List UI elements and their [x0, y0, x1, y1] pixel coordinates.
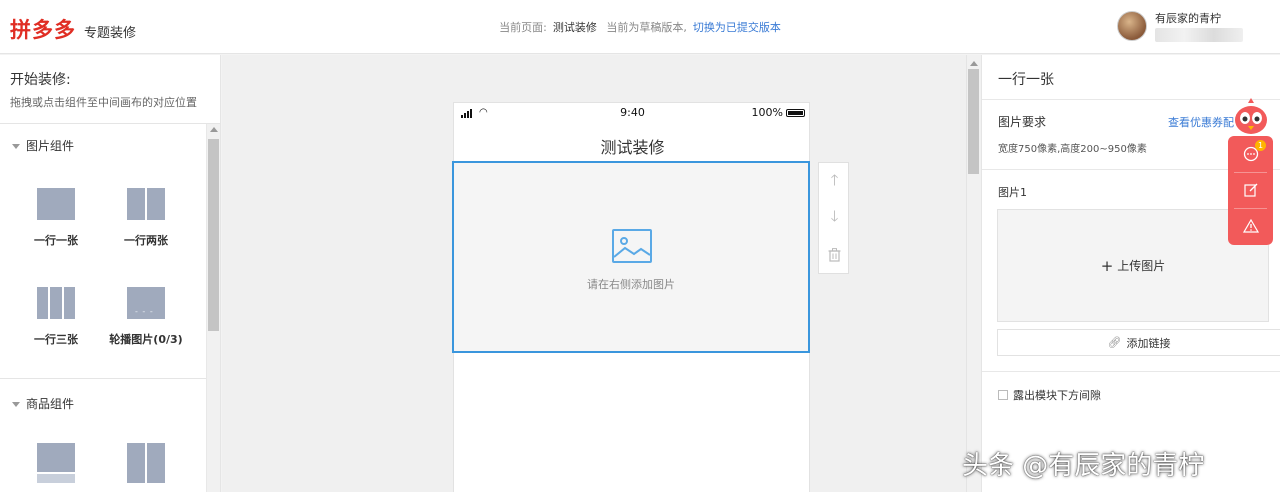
properties-title: 一行一张	[998, 72, 1054, 88]
current-page-name: 测试装修	[552, 21, 597, 34]
draft-status: 当前为草稿版本,	[606, 21, 687, 34]
two-image-icon	[127, 188, 165, 220]
upload-label: 上传图片	[1117, 259, 1166, 273]
image-requirement-label: 图片要求	[998, 115, 1047, 129]
component-label: 一行三张	[34, 333, 78, 346]
battery-percent: 100%	[751, 106, 783, 119]
group-header-image[interactable]: 图片组件	[12, 137, 74, 154]
divider	[0, 123, 220, 124]
component-label: 轮播图片(0/3)	[109, 333, 183, 346]
delete-icon[interactable]	[819, 240, 850, 270]
notification-badge: 1	[1255, 140, 1266, 151]
component-panel: 开始装修: 拖拽或点击组件至中间画布的对应位置 图片组件 一行一张 一行两张 一…	[0, 55, 221, 492]
watermark: 头条 @有辰家的青柠	[962, 451, 1205, 481]
divider	[982, 371, 1280, 372]
component-carousel[interactable]: - - - 轮播图片(0/3)	[106, 287, 186, 347]
view-coupon-link[interactable]: 查看优惠券配	[1168, 114, 1234, 130]
selected-image-block[interactable]: 请在右侧添加图片	[452, 161, 810, 353]
caret-down-icon	[12, 402, 20, 407]
add-link-label: 添加链接	[1126, 336, 1171, 350]
component-label: 一行一张	[34, 234, 78, 247]
image-placeholder-icon	[612, 229, 652, 263]
phone-page-title: 测试装修	[600, 138, 665, 157]
top-header: 拼多多 专题装修 当前页面: 测试装修 当前为草稿版本, 切换为已提交版本 有辰家的…	[0, 0, 1280, 54]
image-size-desc: 宽度750像素,高度200~950像素	[998, 144, 1147, 155]
move-down-icon[interactable]: 🡓	[819, 203, 850, 233]
single-image-icon	[37, 188, 75, 220]
current-page-label: 当前页面:	[499, 21, 547, 34]
divider	[0, 378, 206, 379]
group-header-product[interactable]: 商品组件	[12, 395, 74, 412]
phone-status-bar: ◠ 9:40 100%	[454, 103, 811, 125]
design-canvas: ◠ 9:40 100% 测试装修 请在右侧添加图片 🡑 🡓	[222, 55, 981, 492]
chat-icon[interactable]	[1228, 136, 1273, 172]
component-product-a[interactable]	[16, 443, 96, 483]
link-icon: 🔗︎	[1107, 336, 1122, 349]
caret-down-icon	[12, 144, 20, 149]
scroll-up-arrow-icon[interactable]	[210, 127, 218, 132]
product-list-icon	[37, 443, 75, 483]
user-id-blurred	[1155, 28, 1243, 42]
canvas-scroll-thumb[interactable]	[968, 69, 979, 174]
group-name: 商品组件	[26, 397, 75, 411]
warning-icon[interactable]	[1228, 208, 1273, 244]
page-info-bar: 当前页面: 测试装修 当前为草稿版本, 切换为已提交版本	[0, 19, 1280, 35]
group-name: 图片组件	[26, 139, 75, 153]
battery-icon	[786, 109, 805, 117]
spacing-label: 露出模块下方间隙	[1013, 389, 1101, 402]
move-up-icon[interactable]: 🡑	[819, 167, 850, 197]
left-scroll-thumb[interactable]	[208, 139, 219, 331]
panel-title: 开始装修:	[10, 72, 71, 88]
component-two-per-row[interactable]: 一行两张	[106, 188, 186, 248]
component-label: 一行两张	[124, 234, 168, 247]
add-link-button[interactable]: 🔗︎ 添加链接	[997, 329, 1280, 356]
floating-helper-bar: 1	[1228, 136, 1273, 245]
component-three-per-row[interactable]: 一行三张	[16, 287, 96, 347]
image-1-label: 图片1	[998, 186, 1027, 199]
image-hint: 请在右侧添加图片	[587, 278, 675, 291]
show-spacing-option[interactable]: 露出模块下方间隙	[998, 387, 1101, 403]
mascot-icon[interactable]	[1230, 96, 1272, 138]
panel-description: 拖拽或点击组件至中间画布的对应位置	[10, 96, 197, 109]
switch-version-link[interactable]: 切换为已提交版本	[693, 21, 781, 34]
spacing-checkbox[interactable]	[998, 390, 1008, 400]
component-product-b[interactable]	[106, 443, 186, 483]
scroll-up-arrow-icon[interactable]	[970, 61, 978, 66]
user-name[interactable]: 有辰家的青柠	[1155, 10, 1221, 26]
phone-preview: ◠ 9:40 100% 测试装修 请在右侧添加图片	[452, 102, 811, 492]
product-grid-icon	[127, 443, 165, 483]
component-one-per-row[interactable]: 一行一张	[16, 188, 96, 248]
edit-icon[interactable]	[1228, 172, 1273, 208]
user-avatar[interactable]	[1117, 11, 1147, 41]
carousel-icon: - - -	[127, 287, 165, 319]
three-image-icon	[37, 287, 75, 319]
block-toolbar: 🡑 🡓	[818, 162, 849, 274]
plus-icon: +	[1100, 256, 1114, 275]
